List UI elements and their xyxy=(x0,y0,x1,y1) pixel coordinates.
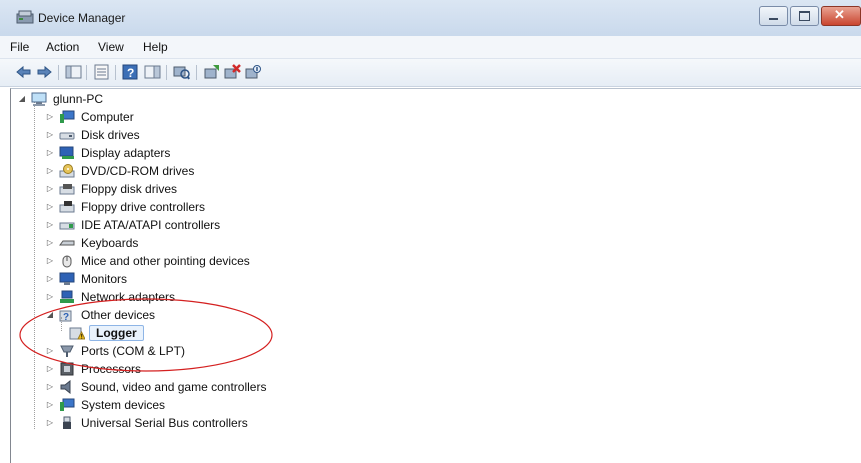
tree-item-keyboards[interactable]: ▷ Keyboards xyxy=(45,234,140,251)
ide-controller-icon xyxy=(59,222,75,229)
expand-arrow-icon[interactable]: ▷ xyxy=(45,166,55,176)
expand-arrow-icon[interactable]: ▷ xyxy=(45,130,55,140)
toolbar: ? xyxy=(0,59,861,87)
tree-item-computer[interactable]: ▷ Computer xyxy=(45,108,136,125)
floppy-controller-icon xyxy=(59,200,75,212)
tree-item-ide-controllers[interactable]: ▷ IDE ATA/ATAPI controllers xyxy=(45,216,222,233)
tree-item-usb-controllers[interactable]: ▷ Universal Serial Bus controllers xyxy=(45,414,250,431)
properties-icon[interactable] xyxy=(93,64,110,80)
maximize-icon xyxy=(799,11,810,21)
tree-item-system-devices[interactable]: ▷ System devices xyxy=(45,396,167,413)
update-driver-icon[interactable] xyxy=(203,64,220,80)
usb-icon xyxy=(63,416,71,429)
toolbar-separator xyxy=(58,65,59,80)
tree-item-label: Universal Serial Bus controllers xyxy=(81,415,248,430)
tree-item-label: Sound, video and game controllers xyxy=(81,379,267,394)
expand-arrow-icon[interactable]: ▷ xyxy=(45,400,55,410)
close-icon: ✕ xyxy=(834,7,845,22)
tree-item-dvd-drives[interactable]: ▷ DVD/CD-ROM drives xyxy=(45,162,196,179)
tree-item-display-adapters[interactable]: ▷ Display adapters xyxy=(45,144,172,161)
menu-help[interactable]: Help xyxy=(143,40,168,54)
close-button[interactable]: ✕ xyxy=(821,6,861,26)
expand-arrow-icon[interactable]: ▷ xyxy=(45,418,55,428)
monitor-icon xyxy=(59,272,75,285)
tree-item-label: Display adapters xyxy=(81,145,171,160)
sound-icon xyxy=(60,379,71,394)
mouse-icon xyxy=(62,255,72,267)
expand-arrow-icon[interactable]: ▷ xyxy=(45,274,55,284)
toolbar-separator xyxy=(196,65,197,80)
expand-arrow-icon[interactable]: ▷ xyxy=(45,112,55,122)
toolbar-separator xyxy=(86,65,87,80)
window-title: Device Manager xyxy=(38,11,126,25)
collapse-arrow-icon[interactable]: ◢ xyxy=(17,94,27,104)
help-icon[interactable]: ? xyxy=(122,64,139,80)
tree-item-sound[interactable]: ▷ Sound, video and game controllers xyxy=(45,378,268,395)
expand-arrow-icon[interactable]: ▷ xyxy=(45,202,55,212)
computer-icon xyxy=(60,110,75,123)
toolbar-separator xyxy=(115,65,116,80)
annotation-ellipse xyxy=(19,298,273,372)
disable-icon[interactable] xyxy=(245,64,262,80)
svg-text:?: ? xyxy=(127,66,134,80)
tree-item-label: Floppy disk drives xyxy=(81,181,178,196)
maximize-button[interactable] xyxy=(790,6,819,26)
tree-item-label: Monitors xyxy=(81,271,128,286)
device-tree[interactable]: ◢ glunn-PC ▷ Computer ▷ Disk drives ▷ Di… xyxy=(10,88,861,463)
forward-icon[interactable] xyxy=(36,64,53,80)
tree-item-label: Keyboards xyxy=(81,235,139,250)
tree-item-label: IDE ATA/ATAPI controllers xyxy=(81,217,221,232)
toolbar-separator xyxy=(166,65,167,80)
menu-bar: File Action View Help xyxy=(0,36,861,59)
tree-root[interactable]: ◢ glunn-PC xyxy=(17,90,105,107)
system-devices-icon xyxy=(60,398,75,411)
tree-item-label: Mice and other pointing devices xyxy=(81,253,250,268)
back-icon[interactable] xyxy=(15,64,32,80)
tree-item-label: Disk drives xyxy=(81,127,140,142)
tree-item-mice[interactable]: ▷ Mice and other pointing devices xyxy=(45,252,252,269)
tree-item-disk-drives[interactable]: ▷ Disk drives xyxy=(45,126,142,143)
expand-arrow-icon[interactable]: ▷ xyxy=(45,220,55,230)
window-controls: ✕ xyxy=(757,6,861,26)
tree-item-monitors[interactable]: ▷ Monitors xyxy=(45,270,129,287)
expand-arrow-icon[interactable]: ▷ xyxy=(45,148,55,158)
floppy-drive-icon xyxy=(59,183,75,194)
minimize-button[interactable] xyxy=(759,6,788,26)
tree-item-floppy-disk-drives[interactable]: ▷ Floppy disk drives xyxy=(45,180,179,197)
display-adapter-icon xyxy=(59,146,74,159)
uninstall-icon[interactable] xyxy=(224,64,241,80)
tree-item-label: Floppy drive controllers xyxy=(81,199,206,214)
expand-arrow-icon[interactable]: ▷ xyxy=(45,256,55,266)
action-pane-icon[interactable] xyxy=(144,64,161,80)
scan-hardware-changes-icon[interactable] xyxy=(173,64,190,80)
expand-arrow-icon[interactable]: ▷ xyxy=(45,238,55,248)
tree-item-floppy-drive-controllers[interactable]: ▷ Floppy drive controllers xyxy=(45,198,207,215)
keyboard-icon xyxy=(59,240,75,245)
menu-view[interactable]: View xyxy=(98,40,124,54)
tree-item-label: Computer xyxy=(81,109,134,124)
menu-file[interactable]: File xyxy=(10,40,29,54)
menu-action[interactable]: Action xyxy=(46,40,79,54)
minimize-icon xyxy=(769,18,778,20)
device-manager-icon xyxy=(16,10,34,24)
tree-item-label: System devices xyxy=(81,397,166,412)
show-hide-console-tree-icon[interactable] xyxy=(65,64,82,80)
computer-root-icon xyxy=(31,92,47,106)
dvd-drive-icon xyxy=(59,163,75,177)
title-bar: Device Manager ✕ xyxy=(0,0,861,37)
tree-root-label: glunn-PC xyxy=(53,91,104,106)
expand-arrow-icon[interactable]: ▷ xyxy=(45,184,55,194)
tree-guide-line xyxy=(34,99,35,429)
disk-drive-icon xyxy=(59,132,75,139)
expand-arrow-icon[interactable]: ▷ xyxy=(45,382,55,392)
tree-item-label: DVD/CD-ROM drives xyxy=(81,163,195,178)
